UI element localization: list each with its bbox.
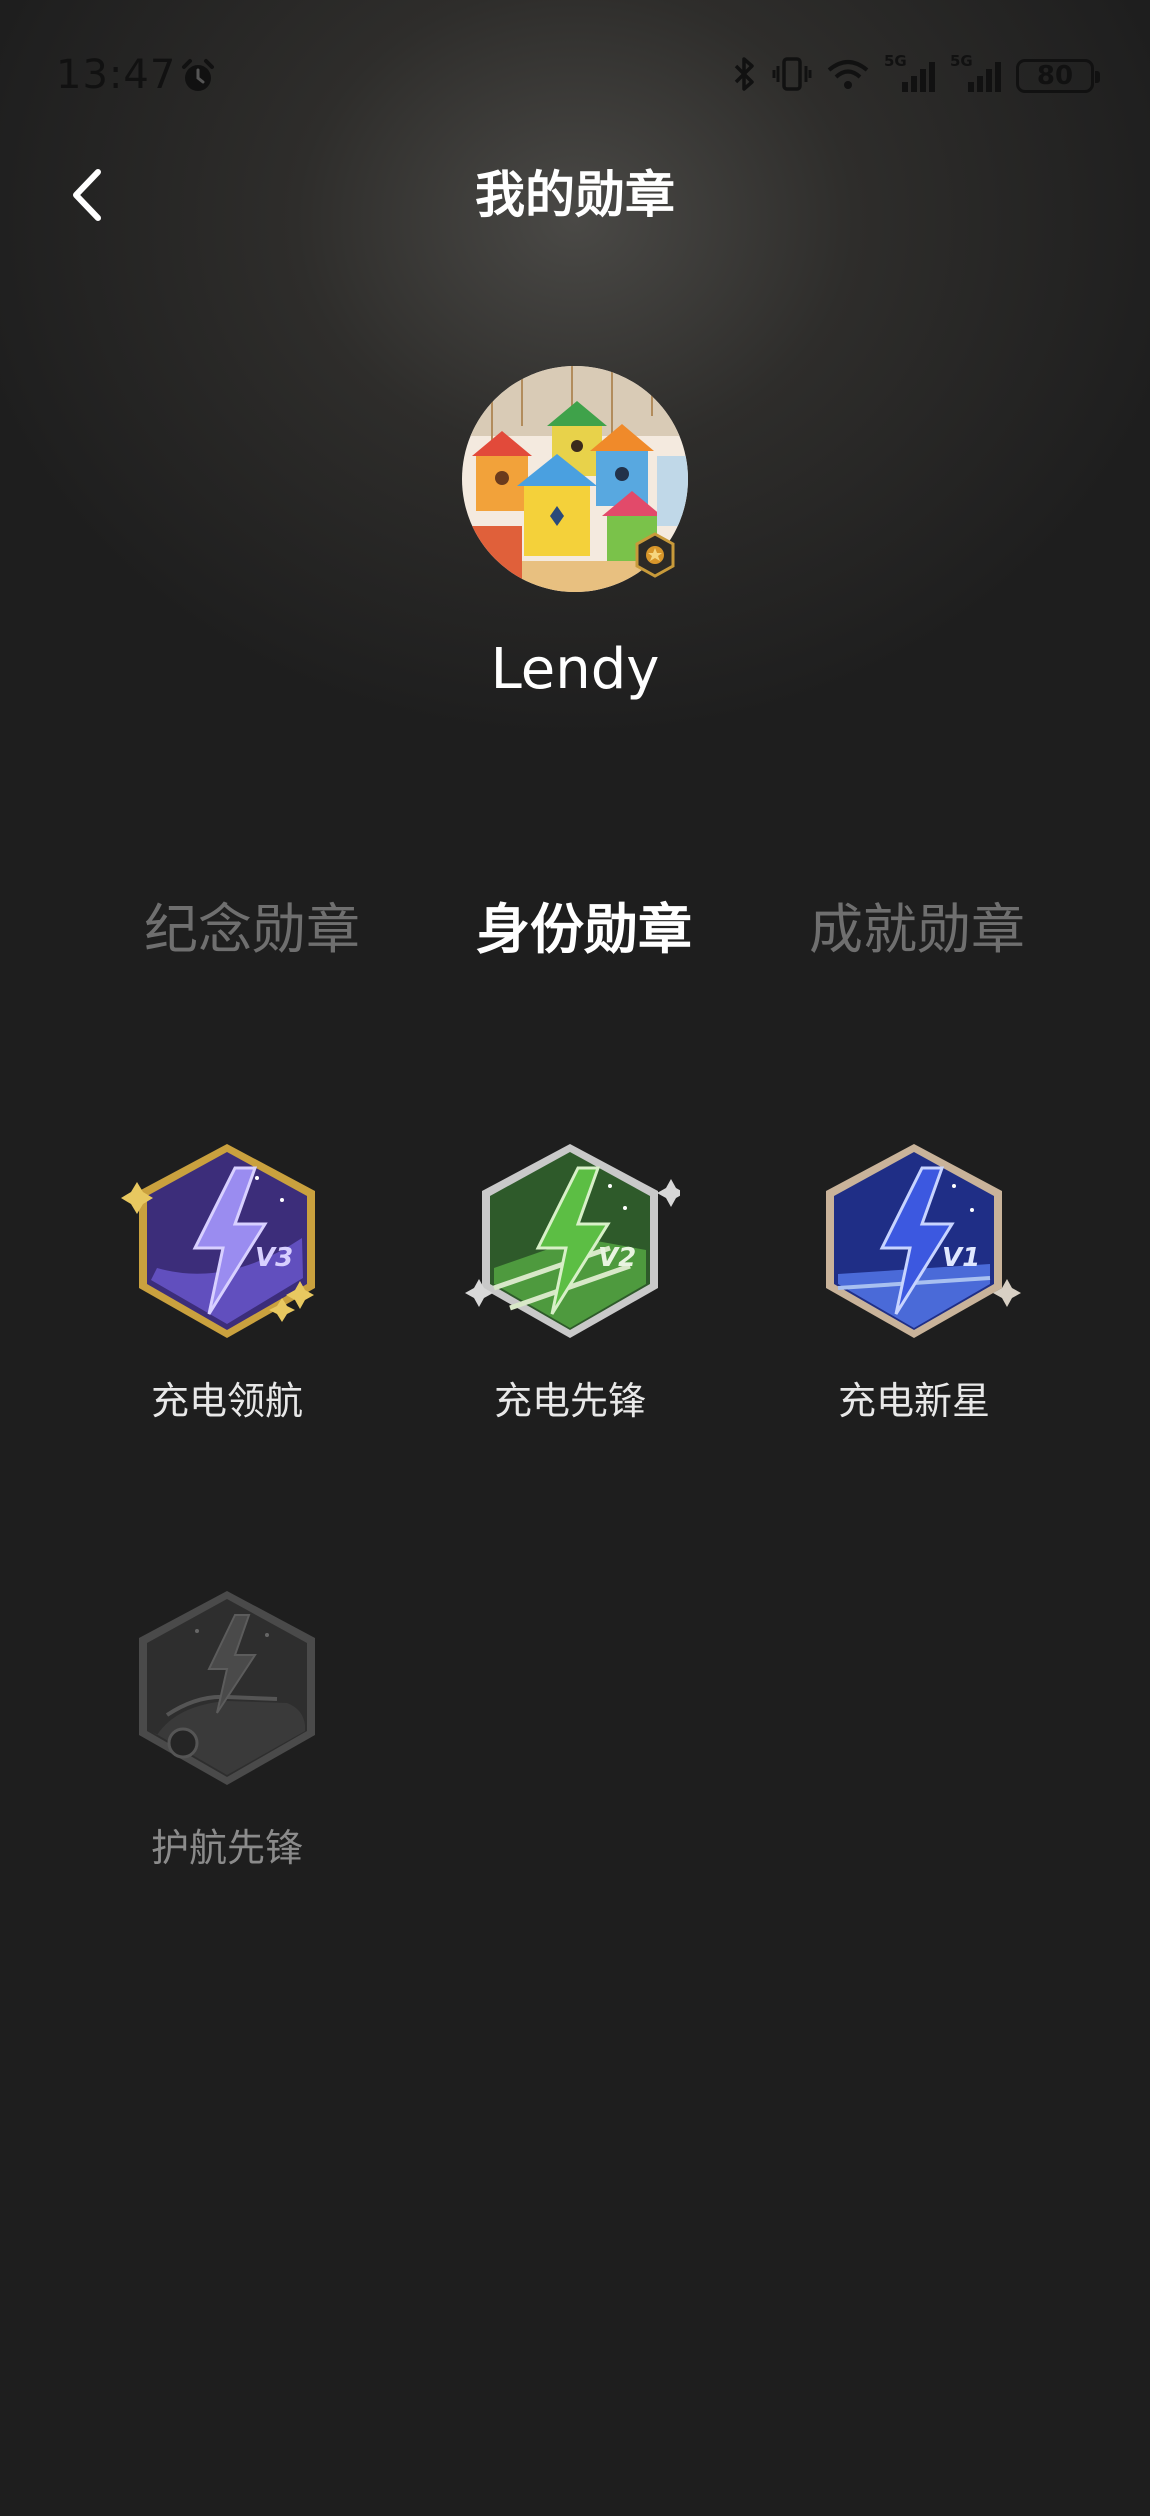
badge-category-tabs: 纪念勋章 身份勋章 成就勋章 <box>0 890 1150 970</box>
username: Lendy <box>490 637 660 702</box>
charging-newstar-badge-icon: V1 <box>826 1144 1021 1338</box>
charging-navigator-badge-icon: V3 <box>121 1144 315 1338</box>
cellular-signal-2-icon: 5G <box>950 52 1002 94</box>
badge-item[interactable]: 护航先锋 <box>107 1585 347 1873</box>
page-title: 我的勋章 <box>475 166 675 224</box>
badge-item[interactable]: V1 充电新星 <box>794 1138 1034 1426</box>
badge-item[interactable]: V2 充电先锋 <box>450 1138 690 1426</box>
bluetooth-icon <box>732 56 758 96</box>
wifi-icon <box>826 56 870 96</box>
avatar-badge-icon <box>632 532 678 578</box>
cellular-signal-1-icon: 5G <box>884 52 936 94</box>
alarm-icon <box>180 58 216 98</box>
tab-achievement[interactable]: 成就勋章 <box>767 890 1067 970</box>
svg-text:V3: V3 <box>255 1243 293 1273</box>
badge-item[interactable]: V3 充电领航 <box>107 1138 347 1426</box>
badge-label: 充电新星 <box>837 1379 990 1423</box>
badge-label: 护航先锋 <box>150 1826 303 1870</box>
tab-identity[interactable]: 身份勋章 <box>434 890 734 970</box>
vibrate-icon <box>772 56 812 96</box>
status-time: 13:47 <box>56 52 177 98</box>
escort-pioneer-badge-icon <box>139 1591 315 1785</box>
svg-text:V1: V1 <box>942 1243 980 1273</box>
battery-level: 80 <box>1036 61 1074 91</box>
badge-label: 充电先锋 <box>493 1379 646 1423</box>
tab-commemorative[interactable]: 纪念勋章 <box>102 890 402 970</box>
battery-icon: 80 <box>1016 59 1100 93</box>
svg-text:V2: V2 <box>598 1243 636 1273</box>
charging-pioneer-badge-icon: V2 <box>465 1144 680 1338</box>
status-bar: 13:47 5G 5G 80 <box>0 0 1150 150</box>
badge-label: 充电领航 <box>150 1379 303 1423</box>
